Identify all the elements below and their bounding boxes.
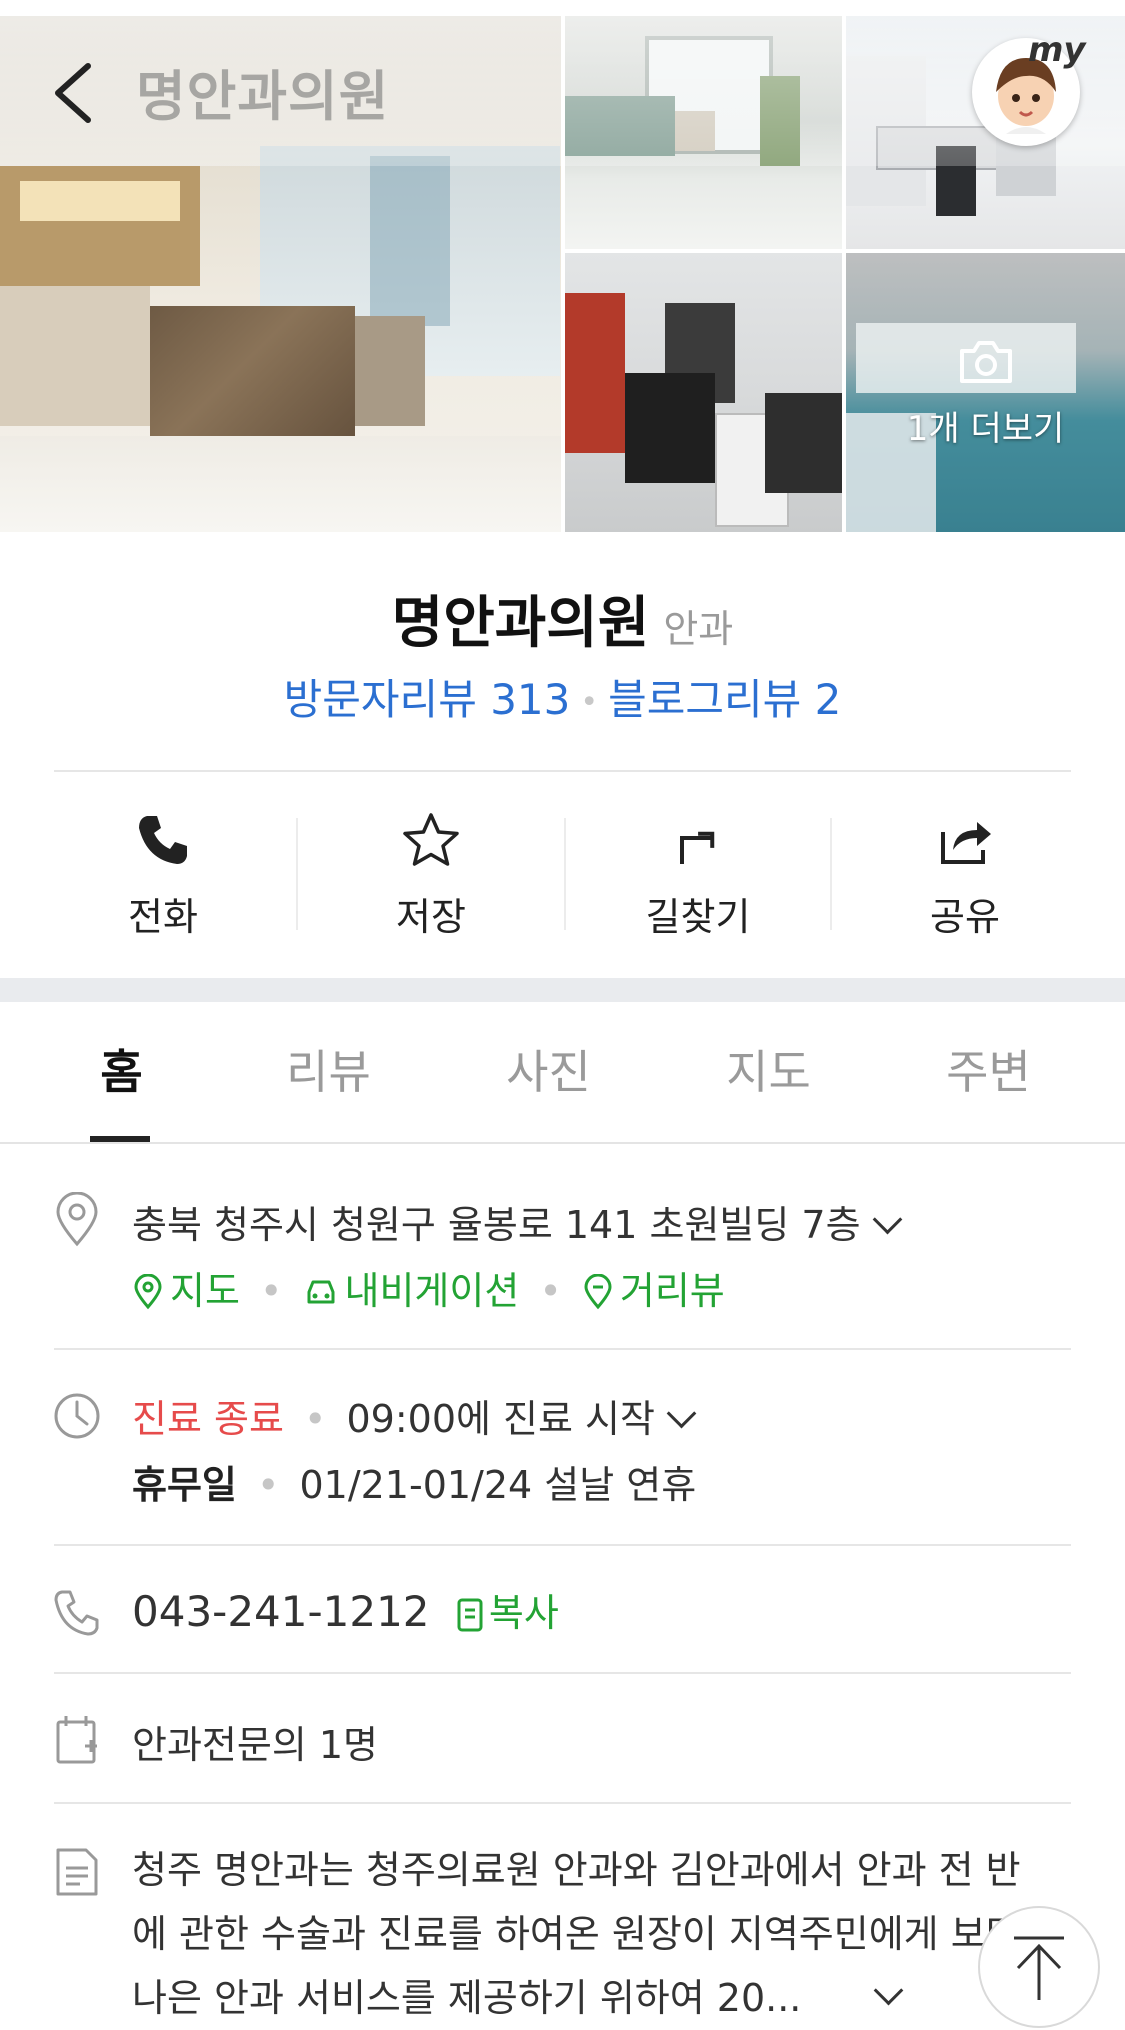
clock-icon [54, 1393, 100, 1439]
chevron-down-icon[interactable] [872, 1204, 902, 1235]
navigation-link[interactable]: 내비게이션 [345, 1269, 520, 1313]
description-line: 나은 안과 서비스를 제공하기 위하여 20... [132, 1976, 802, 2020]
arrow-up-icon [1014, 1936, 1064, 2000]
divider [54, 1672, 1071, 1674]
chevron-down-icon[interactable] [666, 1398, 697, 1429]
phone-outline-icon [54, 1590, 99, 1636]
car-icon [307, 1280, 334, 1304]
divider [54, 1802, 1071, 1804]
separator-dot: • [244, 1463, 292, 1507]
blog-reviews-link[interactable]: 블로그리뷰 2 [608, 675, 841, 724]
description-line: 청주 명안과는 청주의료원 안과와 김안과에서 안과 전 반 [132, 1848, 1021, 1892]
tab-reviews[interactable]: 리뷰 [216, 1036, 441, 1102]
header-title: 명안과의원 [136, 65, 390, 128]
star-icon [403, 813, 459, 866]
map-link[interactable]: 지도 [170, 1269, 240, 1313]
tab-photos[interactable]: 사진 [436, 1036, 661, 1102]
tab-nearby[interactable]: 주변 [876, 1036, 1101, 1102]
copy-icon [457, 1598, 483, 1632]
directions-label: 길찾기 [645, 895, 751, 939]
call-button[interactable]: 전화 [30, 800, 296, 940]
map-pin-icon [134, 1273, 162, 1310]
description-text[interactable]: 청주 명안과는 청주의료원 안과와 김안과에서 안과 전 반 에 관한 수술과 … [132, 1838, 1072, 2030]
location-pin-icon [56, 1192, 98, 1247]
divider [54, 1544, 1071, 1546]
streetview-link[interactable]: 거리뷰 [620, 1269, 725, 1313]
place-title-row: 명안과의원 안과 [0, 578, 1125, 659]
more-photos-label: 1개 더보기 [906, 409, 1065, 449]
separator-dot: • [247, 1269, 295, 1313]
location-links: 지도 • 내비게이션 • 거리뷰 [132, 1260, 725, 1315]
tab-map[interactable]: 지도 [656, 1036, 881, 1102]
doctors-row: 안과전문의 1명 [132, 1723, 379, 1767]
call-label: 전화 [128, 895, 198, 939]
phone-number[interactable]: 043-241-1212 [132, 1587, 430, 1636]
copy-button[interactable]: 복사 [489, 1591, 559, 1635]
holiday-value: 01/21-01/24 설날 연휴 [299, 1463, 697, 1507]
more-photos-button[interactable]: 1개 더보기 [846, 253, 1125, 516]
camera-icon [960, 341, 1012, 383]
divider [0, 1142, 1125, 1144]
next-open-text: 09:00에 진료 시작 [346, 1397, 655, 1441]
phone-icon [139, 816, 187, 864]
holiday-row: 휴무일 • 01/21-01/24 설날 연휴 [132, 1454, 696, 1509]
share-button[interactable]: 공유 [832, 800, 1098, 940]
exam-room-photo[interactable] [565, 253, 842, 532]
streetview-pin-icon [584, 1273, 612, 1310]
phone-row: 043-241-1212 복사 [132, 1582, 559, 1637]
place-category: 안과 [663, 607, 734, 651]
separator-dot: • [580, 685, 599, 720]
section-spacer [0, 978, 1125, 1002]
visitor-reviews-link[interactable]: 방문자리뷰 313 [284, 675, 571, 724]
directions-icon [680, 831, 715, 864]
holiday-label: 휴무일 [132, 1463, 237, 1507]
directions-button[interactable]: 길찾기 [565, 800, 831, 940]
scroll-to-top-button[interactable] [978, 1906, 1100, 2028]
separator-dot: • [291, 1397, 339, 1441]
description-line: 에 관한 수술과 진료를 하여온 원장이 지역주민에게 보다 [132, 1912, 1021, 1956]
address-text: 충북 청주시 청원구 율봉로 141 초원빌딩 7층 [132, 1203, 861, 1247]
closed-status: 진료 종료 [132, 1397, 284, 1441]
place-name: 명안과의원 [391, 591, 650, 656]
address-row[interactable]: 충북 청주시 청원구 율봉로 141 초원빌딩 7층 [132, 1194, 902, 1249]
separator-dot: • [527, 1269, 574, 1313]
divider [54, 1348, 1071, 1350]
my-label: my [1028, 30, 1086, 70]
tab-home[interactable]: 홈 [9, 1036, 234, 1102]
back-arrow-icon[interactable] [46, 58, 106, 128]
save-label: 저장 [396, 895, 466, 939]
document-icon [56, 1848, 98, 1896]
hours-row[interactable]: 진료 종료 • 09:00에 진료 시작 [132, 1388, 697, 1443]
divider [54, 770, 1071, 772]
review-summary: 방문자리뷰 313 • 블로그리뷰 2 [0, 666, 1125, 727]
save-button[interactable]: 저장 [298, 800, 564, 940]
share-icon [941, 822, 991, 864]
share-label: 공유 [930, 895, 1000, 939]
medical-calendar-icon [56, 1716, 97, 1764]
